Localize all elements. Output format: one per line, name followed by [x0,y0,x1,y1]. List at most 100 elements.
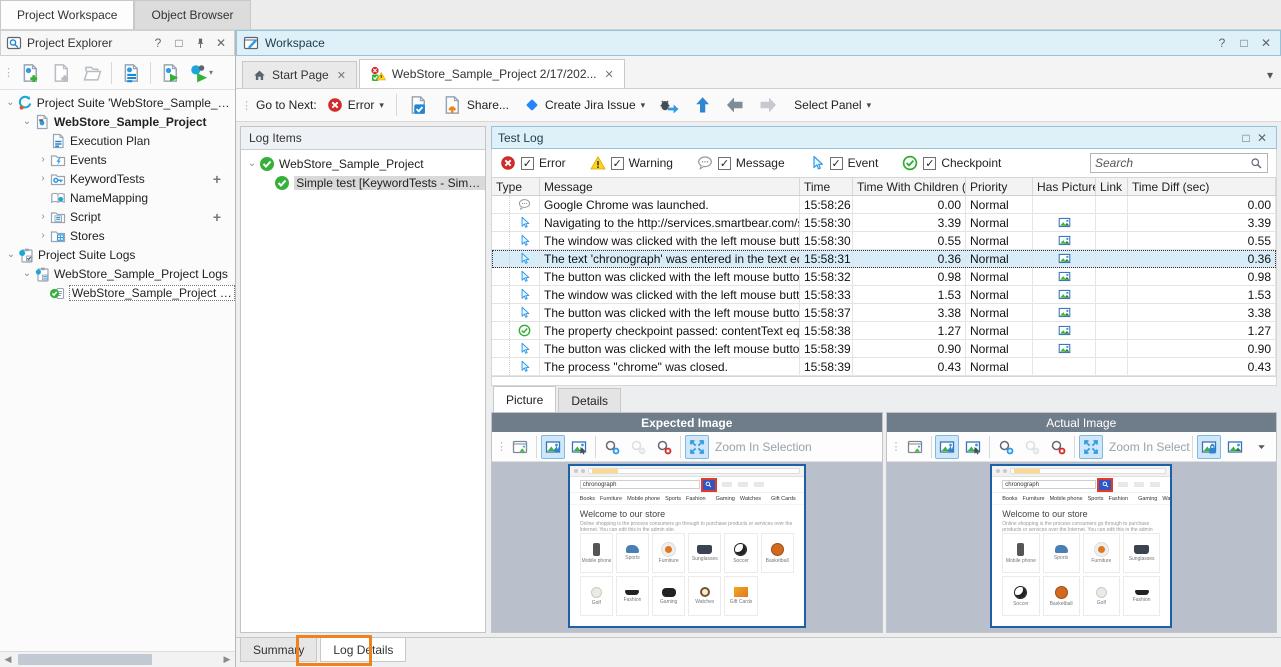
zoom-reset-button[interactable] [652,435,676,459]
log-row[interactable]: Navigating to the http://services.smartb… [492,214,1276,232]
log-row[interactable]: The button was clicked with the left mou… [492,304,1276,322]
log-row[interactable]: Google Chrome was launched. 15:58:26 0.00 N… [492,196,1276,214]
zoom-out-button[interactable] [626,435,650,459]
filter-checkpoint[interactable]: ✓ Checkpoint [902,155,1001,171]
log-row[interactable]: The property checkpoint passed: contentT… [492,322,1276,340]
log-row[interactable]: The button was clicked with the left mou… [492,340,1276,358]
log-row[interactable]: The process "chrome" was closed. 15:58:39… [492,358,1276,376]
checkbox[interactable]: ✓ [829,156,843,170]
export-results-button[interactable] [404,91,432,119]
scrollbar-track[interactable] [16,652,219,667]
tab-picture[interactable]: Picture [493,386,557,412]
organize-tests-button[interactable] [117,59,145,87]
go-up-button[interactable] [688,91,716,119]
tab-log-webstore[interactable]: WebStore_Sample_Project 2/17/202... ✕ [358,59,625,88]
column-header-type[interactable]: Type [492,178,540,195]
tree-item[interactable]: ⌄ Project Suite 'WebStore_Sample_Project [0,93,235,112]
column-header-time-diff-sec-[interactable]: Time Diff (sec) [1128,178,1276,195]
tab-log-details[interactable]: Log Details [320,638,407,662]
zoom-in-button[interactable] [600,435,624,459]
close-button[interactable]: ✕ [1254,130,1270,146]
tree-item[interactable]: ⌄ WebStore_Sample_Project Logs [0,264,235,283]
maximize-button[interactable]: □ [171,35,187,51]
tree-item[interactable]: › KeywordTests + [0,169,235,188]
tab-object-browser[interactable]: Object Browser [134,0,251,29]
tab-details[interactable]: Details [558,388,622,412]
checkbox[interactable]: ✓ [610,156,624,170]
tree-item[interactable]: › Script + [0,207,235,226]
pin-button[interactable] [192,35,208,51]
help-button[interactable]: ? [150,35,166,51]
select-panel-button[interactable]: Select Panel ▾ [787,91,878,119]
filter-message[interactable]: ✓ Message [697,155,785,171]
add-new-item-button[interactable] [47,59,75,87]
run-project-button[interactable] [156,59,184,87]
rerun-test-button[interactable] [655,91,683,119]
log-row[interactable]: The text 'chronograph' was entered in th… [492,250,1276,268]
tree-item[interactable]: ⌄ WebStore_Sample_Project [0,112,235,131]
pan-mode-button[interactable] [541,434,565,459]
tree-item[interactable]: › Stores [0,226,235,245]
column-header-priority[interactable]: Priority [966,178,1033,195]
checkbox[interactable]: ✓ [521,156,534,170]
tab-summary[interactable]: Summary [240,638,318,662]
tab-list-caret-icon[interactable]: ▾ [1267,68,1273,82]
log-row[interactable]: The button was clicked with the left mou… [492,268,1276,286]
tree-item[interactable]: › Events [0,150,235,169]
add-item-plus-icon[interactable]: + [213,171,221,187]
fit-image-button[interactable] [685,434,709,459]
chevron-right-icon[interactable]: › [36,173,50,184]
close-button[interactable]: ✕ [213,35,229,51]
chevron-right-icon[interactable]: › [36,230,50,241]
tree-item[interactable]: Execution Plan [0,131,235,150]
dropdown-caret-button[interactable] [1249,435,1273,459]
pan-mode-button[interactable] [935,434,960,459]
tree-item[interactable]: Simple test [KeywordTests - Simple... [241,173,485,192]
checkbox[interactable]: ✓ [717,156,731,170]
image-window-button[interactable] [508,435,532,459]
search-box[interactable] [1090,153,1268,173]
add-item-plus-icon[interactable]: + [213,209,221,225]
log-row[interactable]: The window was clicked with the left mou… [492,232,1276,250]
zoom-reset-button[interactable] [1046,435,1070,459]
column-header-message[interactable]: Message [540,178,800,195]
column-header-link[interactable]: Link [1096,178,1128,195]
scroll-right-arrow[interactable]: ▶ [219,654,235,665]
tree-item[interactable]: ⌄ Project Suite Logs [0,245,235,264]
lock-image-button[interactable] [1197,434,1222,459]
tab-project-workspace[interactable]: Project Workspace [0,0,135,29]
column-header-time-with-children-sec-[interactable]: Time With Children (sec) [853,178,966,195]
maximize-button[interactable]: □ [1236,35,1252,51]
search-input[interactable] [1095,156,1250,170]
tree-item[interactable]: ⌄ WebStore_Sample_Project [241,154,485,173]
chevron-down-icon[interactable]: ⌄ [4,249,18,260]
go-back-button[interactable] [721,91,749,119]
maximize-button[interactable]: □ [1238,130,1254,146]
project-explorer-hscrollbar[interactable]: ◀ ▶ [0,651,235,667]
select-mode-button[interactable] [961,435,985,459]
select-mode-button[interactable] [567,435,591,459]
zoom-out-button[interactable] [1020,435,1044,459]
chevron-down-icon[interactable]: ⌄ [20,268,34,279]
column-header-time[interactable]: Time [800,178,853,195]
log-row[interactable]: The window was clicked with the left mou… [492,286,1276,304]
close-tab-icon[interactable]: ✕ [605,68,614,81]
filter-error[interactable]: ✓ Error [500,155,566,171]
chevron-right-icon[interactable]: › [36,154,50,165]
add-new-project-button[interactable] [16,59,44,87]
tree-item[interactable]: NameMapping [0,188,235,207]
close-tab-icon[interactable]: ✕ [337,69,346,82]
column-header-has-picture[interactable]: Has Picture [1033,178,1096,195]
fit-image-button[interactable] [1079,434,1104,459]
scrollbar-thumb[interactable] [18,654,152,665]
scroll-left-arrow[interactable]: ◀ [0,654,16,665]
help-button[interactable]: ? [1214,35,1230,51]
chevron-right-icon[interactable]: › [36,211,50,222]
checkbox[interactable]: ✓ [923,156,937,170]
chevron-down-icon[interactable]: ⌄ [4,97,17,108]
close-button[interactable]: ✕ [1258,35,1274,51]
create-jira-issue-button[interactable]: Create Jira Issue ▾ [519,91,650,119]
share-button[interactable]: Share... [437,91,514,119]
zoom-in-button[interactable] [994,435,1018,459]
go-forward-button[interactable] [754,91,782,119]
